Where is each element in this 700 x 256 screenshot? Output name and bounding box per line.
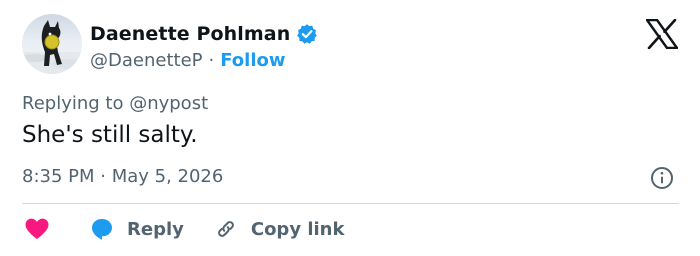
x-logo-icon[interactable]: [645, 18, 679, 50]
reply-bubble-icon: [90, 217, 114, 241]
avatar[interactable]: [22, 14, 82, 74]
reply-label: Reply: [127, 218, 184, 240]
reply-button[interactable]: Reply: [90, 217, 184, 241]
info-icon[interactable]: [650, 166, 674, 190]
verified-badge-icon: [296, 23, 318, 45]
replying-to-text[interactable]: Replying to @nypost: [22, 93, 208, 114]
copy-link-label: Copy link: [250, 218, 345, 240]
tweet-timestamp[interactable]: 8:35 PM · May 5, 2026: [22, 166, 223, 187]
author-name-row: Daenette Pohlman: [90, 20, 318, 48]
divider: [22, 203, 679, 204]
author-display-name[interactable]: Daenette Pohlman: [90, 23, 290, 45]
link-icon: [214, 217, 238, 241]
heart-icon[interactable]: [22, 214, 52, 244]
separator-dot: ·: [208, 49, 215, 71]
follow-button[interactable]: Follow: [220, 50, 285, 71]
author-handle[interactable]: @DaenetteP: [90, 50, 203, 71]
tweet-text: She's still salty.: [22, 122, 198, 148]
author-handle-row: @DaenetteP · Follow: [90, 47, 286, 73]
copy-link-button[interactable]: Copy link: [214, 217, 345, 241]
action-bar: Reply Copy link: [22, 214, 344, 244]
